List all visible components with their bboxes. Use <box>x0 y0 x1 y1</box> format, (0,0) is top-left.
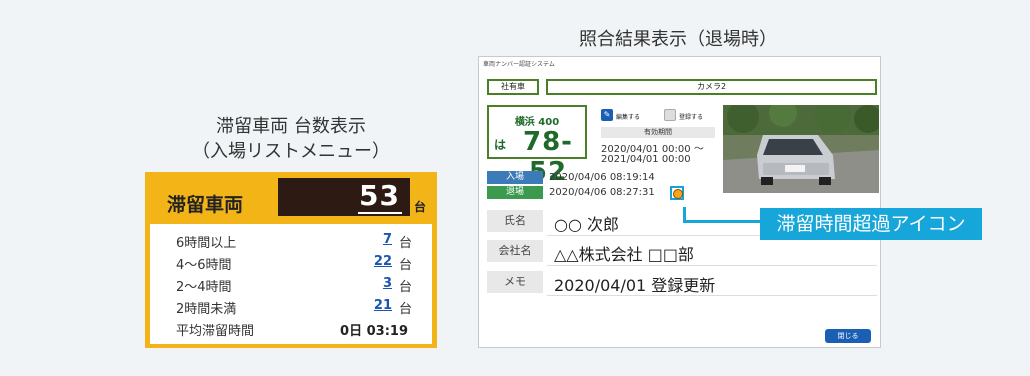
average-label: 平均滞留時間 <box>176 324 255 339</box>
camera-label: カメラ2 <box>546 79 877 95</box>
panel-title: 滞留車両 <box>167 194 244 216</box>
duration-row: 2時間未満 21 台 <box>172 298 412 318</box>
duration-row: 4～6時間 22 台 <box>172 254 412 274</box>
window-title: 車両ナンバー認証システム <box>483 61 555 68</box>
company-value: △△株式会社 □□部 <box>554 245 694 264</box>
duration-row: 6時間以上 7 台 <box>172 232 412 252</box>
duration-count-link[interactable]: 21 <box>374 298 392 313</box>
duration-label: 2時間未満 <box>176 302 237 317</box>
register-button[interactable]: 登録する <box>679 112 703 121</box>
plate-region: 横浜 400 <box>514 117 560 128</box>
right-caption: 照合結果表示（退場時） <box>579 29 777 50</box>
close-button[interactable]: 閉じる <box>825 329 871 343</box>
validity-from: 2020/04/01 00:00 ～ <box>601 144 704 155</box>
name-label: 氏名 <box>487 210 543 232</box>
exit-time: 2020/04/06 08:27:31 <box>549 187 655 198</box>
left-caption-line2: （入場リストメニュー） <box>192 141 390 162</box>
duration-count-link[interactable]: 7 <box>383 232 392 247</box>
duration-unit: 台 <box>398 280 412 295</box>
edit-button[interactable]: 編集する <box>616 112 640 121</box>
validity-header: 有効期間 <box>601 127 715 138</box>
vehicle-count: 53 <box>359 179 400 212</box>
entry-label: 入場 <box>487 171 543 184</box>
duration-label: 2～4時間 <box>176 280 232 295</box>
duration-unit: 台 <box>398 302 412 317</box>
entry-time: 2020/04/06 08:19:14 <box>549 172 655 183</box>
average-value: 0日 03:19 <box>340 324 408 339</box>
overtime-icon-callout: 滞留時間超過アイコン <box>760 208 982 240</box>
camera-image <box>723 105 879 193</box>
duration-count-link[interactable]: 3 <box>383 276 392 291</box>
pencil-icon[interactable]: ✎ <box>601 109 613 121</box>
exit-label: 退場 <box>487 186 543 199</box>
duration-breakdown: 6時間以上 7 台 4～6時間 22 台 2～4時間 3 台 2時間未満 21 … <box>150 224 432 344</box>
owned-vehicle-badge: 社有車 <box>487 79 539 95</box>
callout-connector <box>683 220 760 223</box>
validity-to: 2021/04/01 00:00 <box>601 154 691 165</box>
count-underline <box>358 212 402 214</box>
company-label: 会社名 <box>487 240 543 262</box>
duration-unit: 台 <box>398 236 412 251</box>
duration-unit: 台 <box>398 258 412 273</box>
license-plate: 横浜 400 は 78-52 <box>487 105 587 187</box>
name-value: ○○ 次郎 <box>554 215 620 234</box>
divider <box>547 265 877 266</box>
count-unit: 台 <box>414 200 427 214</box>
plate-kana: は <box>494 138 507 152</box>
memo-label: メモ <box>487 271 543 293</box>
average-row: 平均滞留時間 0日 03:19 <box>172 320 412 340</box>
memo-value: 2020/04/01 登録更新 <box>554 276 716 295</box>
duration-count-link[interactable]: 22 <box>374 254 392 269</box>
duration-label: 6時間以上 <box>176 236 237 251</box>
left-caption-line1: 滞留車両 台数表示 <box>216 116 366 137</box>
match-result-window: 車両ナンバー認証システム 社有車 カメラ2 横浜 400 は 78-52 ✎ 編… <box>478 56 881 348</box>
divider <box>547 295 877 296</box>
register-icon[interactable] <box>664 109 676 121</box>
overtime-clock-icon <box>670 186 684 200</box>
left-caption: 滞留車両 台数表示 （入場リストメニュー） <box>145 114 437 164</box>
duration-label: 4～6時間 <box>176 258 232 273</box>
count-display: 53 <box>278 178 410 216</box>
duration-row: 2～4時間 3 台 <box>172 276 412 296</box>
staying-vehicles-panel: 滞留車両 53 台 6時間以上 7 台 4～6時間 22 台 2～4時間 3 台… <box>145 172 437 348</box>
